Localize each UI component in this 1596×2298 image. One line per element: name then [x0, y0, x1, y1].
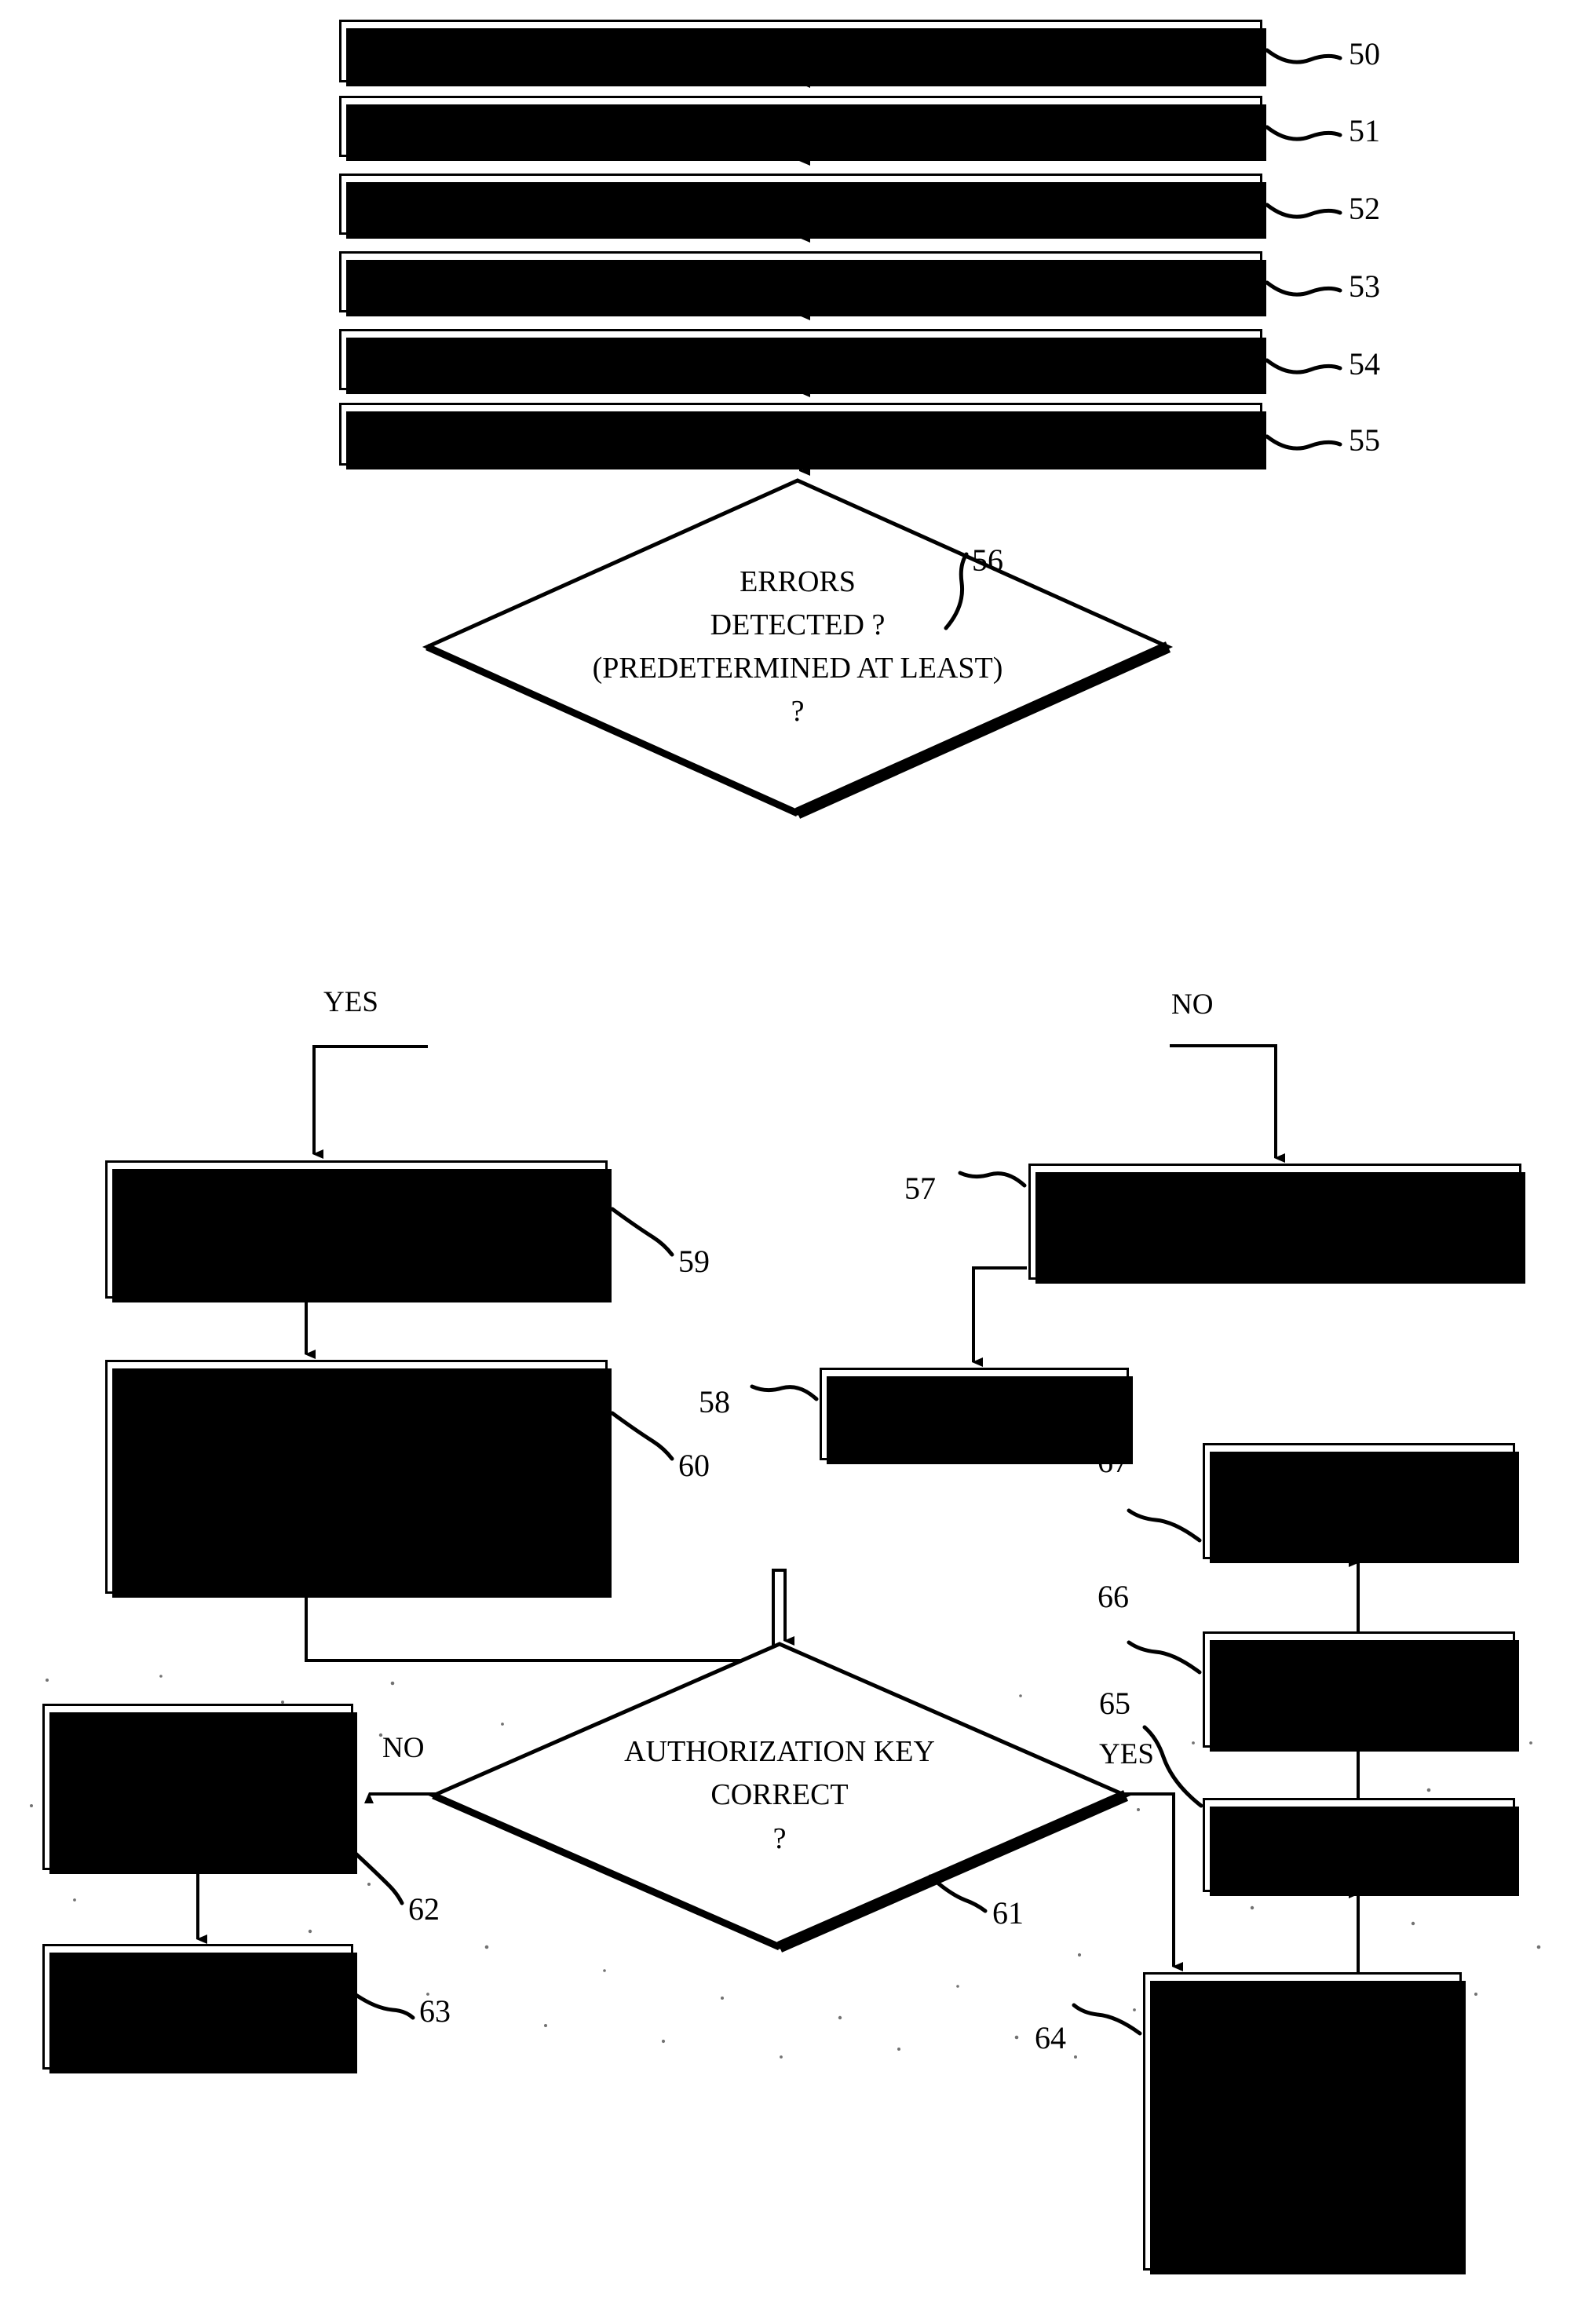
patent-figure-flowchart: CD INSERTED IN CD PLAYER BEGIN READING C…: [0, 0, 1596, 2298]
reference-numeral-54: 54: [1349, 346, 1380, 382]
reference-numeral-59: 59: [678, 1244, 710, 1279]
reference-numeral-53: 53: [1349, 269, 1380, 304]
reference-numeral-67: 67: [1097, 1444, 1129, 1479]
reference-numeral-56: 56: [972, 543, 1003, 578]
reference-numeral-63: 63: [419, 1993, 451, 2029]
reference-numeral-62: 62: [408, 1891, 440, 1927]
reference-numeral-58: 58: [699, 1384, 730, 1419]
reference-numeral-64: 64: [1035, 2020, 1066, 2055]
reference-numeral-52: 52: [1349, 191, 1380, 226]
reference-numeral-66: 66: [1097, 1579, 1129, 1614]
reference-numeral-60: 60: [678, 1448, 710, 1483]
reference-numeral-51: 51: [1349, 113, 1380, 148]
reference-numeral-65: 65: [1099, 1686, 1130, 1721]
reference-numeral-57: 57: [904, 1171, 936, 1206]
reference-numeral-55: 55: [1349, 422, 1380, 458]
reference-numeral-50: 50: [1349, 36, 1380, 71]
reference-numeral-61: 61: [992, 1895, 1024, 1931]
